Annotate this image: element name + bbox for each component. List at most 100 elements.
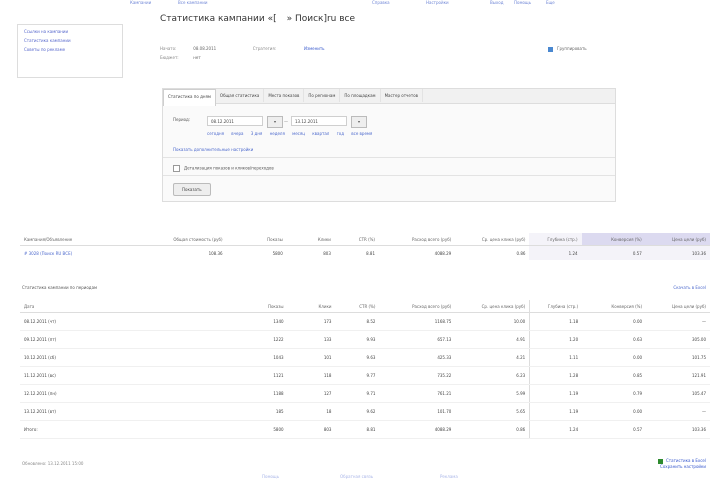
cell: 103.36	[646, 420, 710, 439]
topnav-link[interactable]: Настройки	[426, 0, 449, 5]
sidebar-item-tips[interactable]: Советы по рекламе	[24, 47, 122, 52]
cell: 0.00	[582, 312, 647, 331]
col-header: Цена цели (руб)	[646, 300, 710, 313]
tab-general-stats[interactable]: Общая статистика	[216, 89, 265, 102]
tab-report-wizard[interactable]: Мастер отчетов	[381, 89, 424, 102]
col-header: Расход всего (руб)	[379, 233, 456, 246]
cell: 803	[323, 250, 331, 256]
topnav-link[interactable]: Еще	[546, 0, 555, 5]
cell: 5.65	[455, 402, 530, 421]
cell: —	[646, 312, 710, 331]
cell: 1121	[227, 366, 288, 385]
budget-value: нет	[193, 55, 201, 60]
cell: 1.19	[529, 384, 583, 403]
cell: 0.63	[582, 330, 647, 349]
preset-link[interactable]: квартал	[312, 131, 329, 136]
cell: 1188	[227, 384, 288, 403]
tab-placements[interactable]: Места показов	[264, 89, 305, 102]
cell: 133	[287, 330, 336, 349]
cell: 8.52	[335, 312, 380, 331]
cell: 9.93	[335, 330, 380, 349]
cell: 6.23	[455, 366, 530, 385]
cell: 4088.29	[434, 250, 452, 256]
table-row: 11.12.2011 (вс) 1121 118 9.77 735.22 6.23 1.28…	[20, 366, 710, 385]
tab-daily-stats[interactable]: Статистика по дням	[163, 89, 216, 106]
summary-row: # 3028 (Поиск RU ВСЕ) 108.36 5800 803 8.…	[20, 245, 710, 261]
date-separator: —	[284, 119, 288, 124]
checkbox-checked-icon[interactable]	[548, 46, 553, 52]
group-toggle-label: Группировать	[557, 46, 587, 51]
summary-table: Кампания/Объявление Общая стоимость (руб…	[20, 233, 710, 260]
topnav-link[interactable]: Кампании	[130, 0, 151, 5]
cell: 1222	[227, 330, 288, 349]
calendar-to-button[interactable]: ▾	[351, 116, 367, 128]
show-button[interactable]: Показать	[173, 183, 211, 196]
date-cell: 08.12.2011 (чт)	[20, 312, 228, 331]
excel-icon	[658, 458, 663, 464]
excel-stats-link[interactable]: Статистика в Excel	[666, 458, 706, 463]
cell: 657.13	[379, 330, 456, 349]
date-from-input[interactable]: 08.12.2011	[207, 116, 263, 126]
topnav-link[interactable]: Выход	[490, 0, 503, 5]
sidebar-item-campaign-stats[interactable]: Статистика кампании	[24, 38, 122, 43]
cell: 1.20	[529, 330, 583, 349]
tab-sites[interactable]: По площадкам	[340, 89, 381, 102]
daily-stats-table: Дата Показы Клики CTR (%) Расход всего (…	[20, 300, 710, 439]
detail-option[interactable]: Детализация показов и кликов/переходов	[173, 165, 274, 172]
cell: 5800	[272, 250, 283, 256]
cell: 4.91	[455, 330, 530, 349]
checkbox-icon[interactable]	[173, 165, 180, 172]
topnav-link[interactable]: Все кампании	[178, 0, 207, 5]
topnav-link[interactable]: Справка	[372, 0, 390, 5]
cell: 118	[287, 366, 336, 385]
bottom-link[interactable]: Помощь	[262, 474, 279, 479]
footer-links: Статистика в Excel Сохранить настройки	[658, 458, 706, 470]
detail-option-label: Детализация показов и кликов/переходов	[184, 165, 274, 171]
save-settings-link[interactable]: Сохранить настройки	[660, 464, 706, 469]
cell: 10.00	[455, 312, 530, 331]
cell: 8.81	[335, 420, 380, 439]
preset-link[interactable]: вчера	[231, 131, 243, 136]
cell: 173	[287, 312, 336, 331]
cell: 101.75	[646, 348, 710, 367]
group-toggle[interactable]: Группировать	[548, 46, 587, 52]
campaign-link[interactable]: # 3028 (Поиск RU ВСЕ)	[20, 246, 138, 261]
filter-panel: Статистика по дням Общая статистика Мест…	[162, 88, 616, 202]
strategy-change-link[interactable]: Изменить	[304, 46, 325, 51]
download-excel-link[interactable]: Скачать в Excel	[673, 285, 706, 290]
date-cell: Итого:	[20, 420, 228, 439]
strategy-label: Стратегия:	[252, 46, 277, 51]
col-header: Клики	[287, 300, 336, 313]
sidebar-item-campaign-links[interactable]: Ссылки на кампании	[24, 29, 122, 34]
cell: 0.57	[581, 245, 646, 260]
cell: 803	[287, 420, 336, 439]
tab-regions[interactable]: По регионам	[304, 89, 341, 102]
cell: 0.86	[455, 420, 530, 439]
bottom-link[interactable]: Обратная связь	[340, 474, 373, 479]
created-value: 08.08.2011	[193, 46, 217, 51]
col-header: Общая стоимость (руб)	[138, 233, 227, 246]
created-label: Начато:	[160, 46, 177, 51]
date-cell: 09.12.2011 (пт)	[20, 330, 228, 349]
cell: 9.77	[335, 366, 380, 385]
preset-link[interactable]: месяц	[292, 131, 305, 136]
calendar-from-button[interactable]: ▾	[267, 116, 283, 128]
date-cell: 13.12.2011 (вт)	[20, 402, 228, 421]
preset-link[interactable]: все время	[351, 131, 372, 136]
preset-link[interactable]: год	[337, 131, 344, 136]
preset-link[interactable]: сегодня	[207, 131, 224, 136]
cell: 4.21	[455, 348, 530, 367]
date-cell: 10.12.2011 (сб)	[20, 348, 228, 367]
cell: 9.62	[335, 402, 380, 421]
budget-label: Бюджет:	[160, 55, 179, 60]
summary-header-row: Кампания/Объявление Общая стоимость (руб…	[20, 233, 710, 246]
topnav-link[interactable]: Помощь	[514, 0, 531, 5]
bottom-link[interactable]: Реклама	[440, 474, 458, 479]
cell: 101	[287, 348, 336, 367]
extra-settings-link[interactable]: Показать дополнительные настройки	[173, 147, 253, 152]
col-header: Глубина (стр.)	[529, 233, 582, 246]
preset-link[interactable]: 3 дня	[251, 131, 263, 136]
col-header: Ср. цена клика (руб)	[455, 300, 530, 313]
preset-link[interactable]: неделя	[270, 131, 285, 136]
date-to-input[interactable]: 13.12.2011	[291, 116, 347, 126]
